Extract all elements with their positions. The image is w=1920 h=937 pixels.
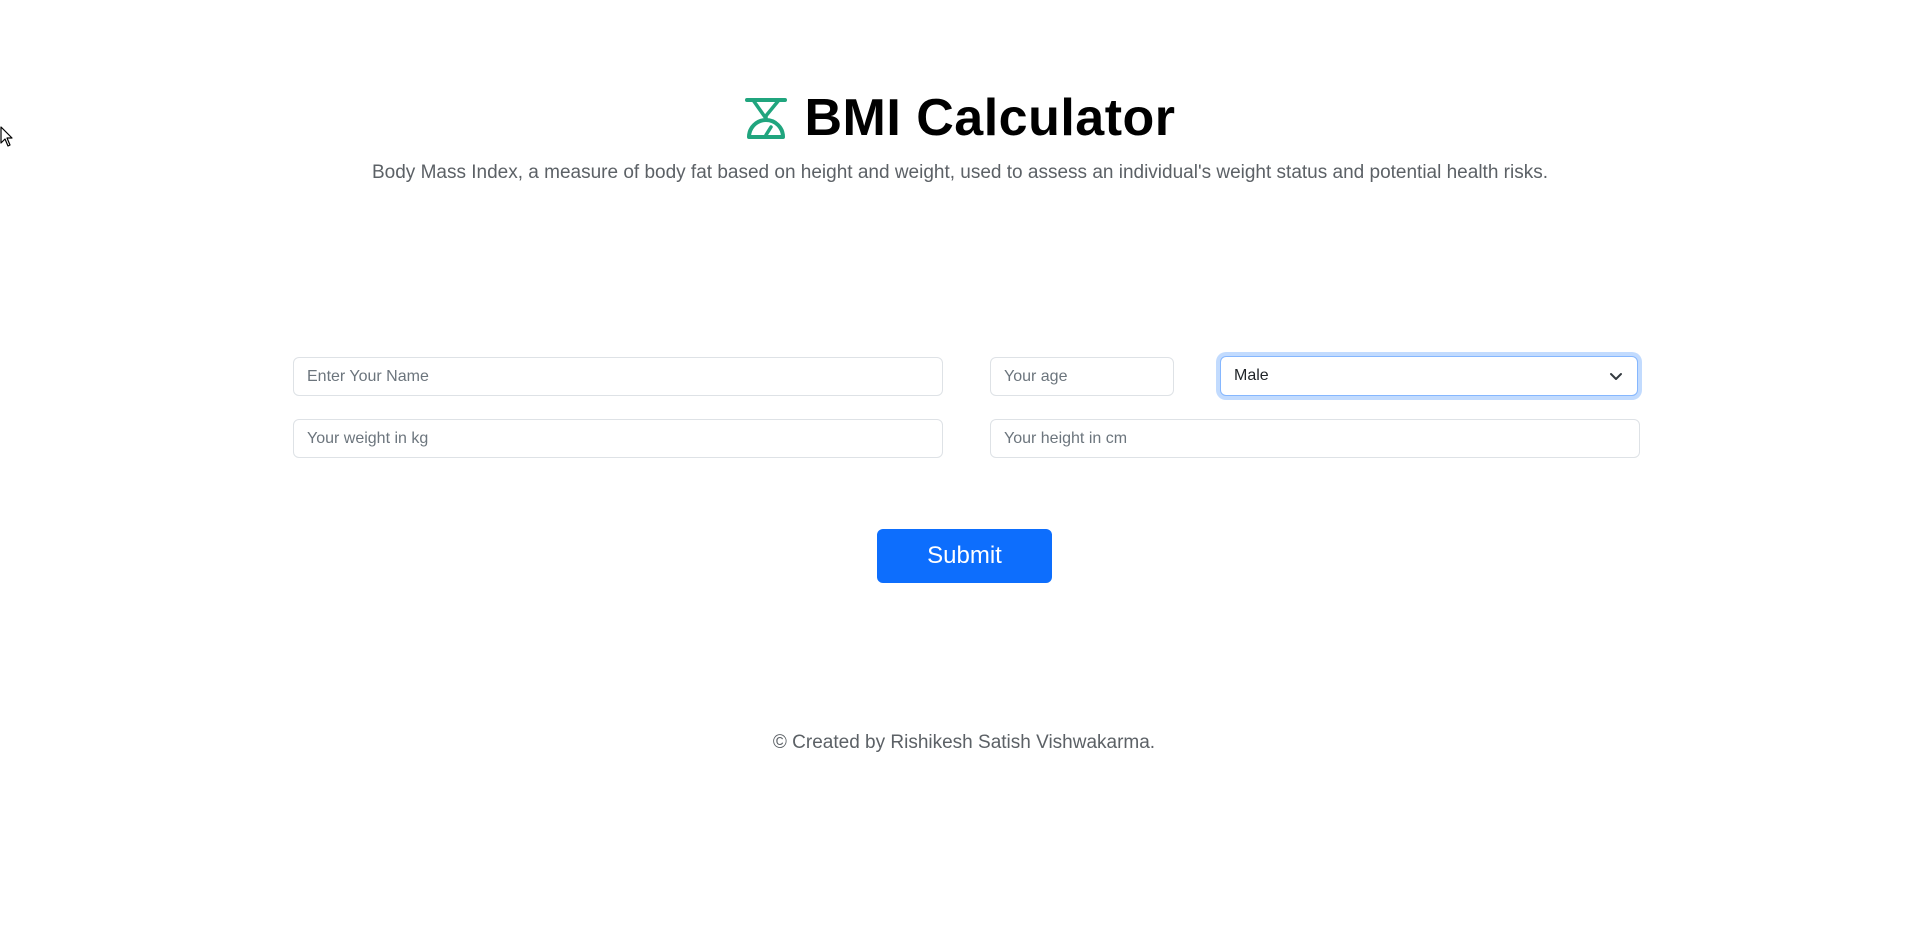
footer-credit: © Created by Rishikesh Satish Vishwakarm… bbox=[772, 732, 1156, 753]
age-input[interactable] bbox=[990, 357, 1174, 396]
weight-input[interactable] bbox=[293, 419, 943, 458]
page-header: BMI Calculator bbox=[0, 88, 1920, 148]
name-input[interactable] bbox=[293, 357, 943, 396]
submit-button[interactable]: Submit bbox=[877, 529, 1052, 583]
gender-select-value: Male bbox=[1234, 367, 1269, 384]
height-input[interactable] bbox=[990, 419, 1640, 458]
gender-select[interactable]: Male bbox=[1220, 356, 1638, 396]
page-title: BMI Calculator bbox=[804, 89, 1176, 147]
scale-icon bbox=[744, 96, 788, 140]
page-subtitle: Body Mass Index, a measure of body fat b… bbox=[371, 162, 1548, 183]
page: BMI Calculator Body Mass Index, a measur… bbox=[0, 0, 1920, 937]
chevron-down-icon bbox=[1608, 368, 1624, 384]
